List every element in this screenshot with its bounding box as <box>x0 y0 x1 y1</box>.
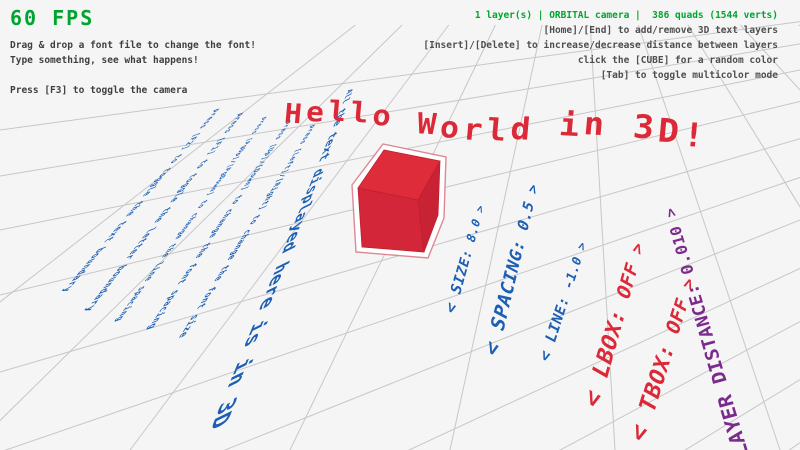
hud-hint-camera: Press [F3] to toggle the camera <box>10 83 256 98</box>
hud-hint-multicolor: [Tab] to toggle multicolor mode <box>423 68 778 83</box>
hud-right: 1 layer(s) | ORBITAL camera | 386 quads … <box>423 8 778 83</box>
status-text: 1 layer(s) | ORBITAL camera | 386 quads … <box>423 8 778 23</box>
hud-hint-type: Type something, see what happens! <box>10 53 256 68</box>
app-window: press [F2] to toggle the text boundary p… <box>0 0 800 450</box>
hud-hint-cube-color: click the [CUBE] for a random color <box>423 53 778 68</box>
hud-hint-drop-font: Drag & drop a font file to change the fo… <box>10 38 256 53</box>
hud-hint-layer-distance: [Insert]/[Delete] to increase/decrease d… <box>423 38 778 53</box>
hud-left: 60 FPS Drag & drop a font file to change… <box>10 6 256 98</box>
hud-hint-layers: [Home]/[End] to add/remove 3D text layer… <box>423 23 778 38</box>
fps-counter: 60 FPS <box>10 6 256 30</box>
